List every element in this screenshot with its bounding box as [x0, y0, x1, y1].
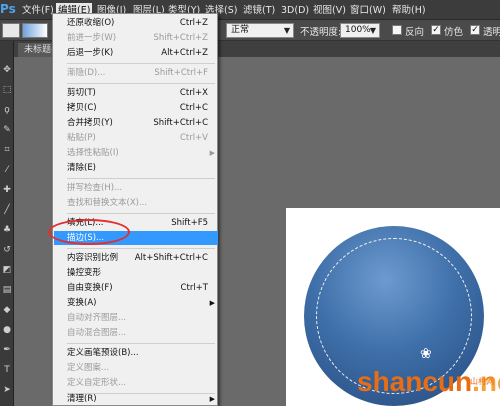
menu-separator [67, 343, 215, 344]
menu-3d[interactable]: 3D(D) [279, 3, 311, 18]
menu-item-step-forward[interactable]: 前进一步(W) Shift+Ctrl+Z [54, 31, 218, 45]
menu-item-define-brush[interactable]: 定义画笔预设(B)... [54, 346, 218, 360]
menu-item-undo[interactable]: 还原收缩(O) Ctrl+Z [54, 16, 218, 30]
opacity-label: 不透明度: [300, 27, 342, 38]
transparency-label: 透明 [483, 27, 500, 38]
menu-item-fade[interactable]: 渐隐(D)... Shift+Ctrl+F [54, 66, 218, 80]
marquee-tool-icon[interactable]: ⬚ [1, 83, 13, 97]
reverse-checkbox[interactable] [392, 25, 402, 35]
pen-tool-icon[interactable]: ✒ [1, 343, 13, 357]
watermark-small-text: 山村网 [470, 377, 494, 386]
brush-tool-icon[interactable]: ╱ [1, 203, 13, 217]
tool-preset-button[interactable] [2, 23, 20, 38]
tools-panel: ✥ ⬚ ϙ ✎ ⌗ ⁄ ✚ ╱ ♣ ↺ ◩ ▤ ◆ ● ✒ T ➤ [0, 41, 14, 406]
history-brush-icon[interactable]: ↺ [1, 243, 13, 257]
menu-window[interactable]: 窗口(W) [348, 3, 388, 18]
chevron-down-icon: ▼ [369, 26, 376, 35]
eraser-tool-icon[interactable]: ◩ [1, 263, 13, 277]
type-tool-icon[interactable]: T [1, 363, 13, 377]
menu-item-clear[interactable]: 清除(E) [54, 161, 218, 175]
menu-filter[interactable]: 滤镜(T) [241, 3, 277, 18]
menu-separator [67, 213, 215, 214]
menu-separator [67, 83, 215, 84]
menu-file[interactable]: 文件(F) [20, 3, 56, 18]
menu-item-copy[interactable]: 拷贝(C) Ctrl+C [54, 101, 218, 115]
crop-tool-icon[interactable]: ⌗ [1, 143, 13, 157]
paw-icon: ❀ [420, 346, 432, 362]
reverse-label: 反向 [405, 27, 425, 38]
eyedropper-tool-icon[interactable]: ⁄ [1, 163, 13, 177]
menu-item-step-backward[interactable]: 后退一步(K) Alt+Ctrl+Z [54, 46, 218, 60]
menu-separator [67, 178, 215, 179]
menu-item-copy-merged[interactable]: 合并拷贝(Y) Shift+Ctrl+C [54, 116, 218, 130]
healing-tool-icon[interactable]: ✚ [1, 183, 13, 197]
dither-label: 仿色 [444, 27, 464, 38]
photoshop-logo: Ps [0, 2, 16, 16]
menu-item-paste[interactable]: 粘贴(P) Ctrl+V [54, 131, 218, 145]
menu-view[interactable]: 视图(V) [311, 3, 348, 18]
submenu-arrow-icon: ▶ [209, 395, 215, 403]
menu-item-free-transform[interactable]: 自由变换(F) Ctrl+T [54, 281, 218, 295]
dodge-tool-icon[interactable]: ● [1, 323, 13, 337]
quick-select-tool-icon[interactable]: ✎ [1, 123, 13, 137]
menu-item-content-aware-scale[interactable]: 内容识别比例 Alt+Shift+Ctrl+C [54, 251, 218, 265]
menu-item-auto-align-layers[interactable]: 自动对齐图层... [54, 311, 218, 325]
menu-item-paste-special[interactable]: 选择性粘贴(I) ▶ [54, 146, 218, 160]
lasso-tool-icon[interactable]: ϙ [1, 103, 13, 117]
menu-item-puppet-warp[interactable]: 操控变形 [54, 266, 218, 280]
menu-item-spell-check[interactable]: 拼写检查(H)... [54, 181, 218, 195]
annotation-circle [48, 219, 130, 245]
move-tool-icon[interactable]: ✥ [1, 63, 13, 77]
submenu-arrow-icon: ▶ [209, 299, 215, 307]
menu-item-cut[interactable]: 剪切(T) Ctrl+X [54, 86, 218, 100]
submenu-arrow-icon: ▶ [209, 149, 215, 157]
path-select-tool-icon[interactable]: ➤ [1, 383, 13, 397]
menu-separator [67, 248, 215, 249]
transparency-checkbox[interactable]: ✓ [470, 25, 480, 35]
chevron-down-icon: ▼ [283, 26, 290, 35]
blur-tool-icon[interactable]: ◆ [1, 303, 13, 317]
dither-checkbox[interactable]: ✓ [431, 25, 441, 35]
gradient-preview[interactable] [22, 23, 48, 38]
menu-item-transform[interactable]: 变换(A) ▶ [54, 296, 218, 310]
menu-item-purge[interactable]: 清理(R) ▶ [54, 392, 218, 406]
menu-item-define-shape[interactable]: 定义自定形状... [54, 376, 218, 390]
menu-separator [67, 63, 215, 64]
watermark-brand: shancun [357, 366, 473, 397]
edit-menu-dropdown: 还原收缩(O) Ctrl+Z 前进一步(W) Shift+Ctrl+Z 后退一步(K… [52, 13, 218, 406]
gradient-tool-icon[interactable]: ▤ [1, 283, 13, 297]
menu-item-auto-blend-layers[interactable]: 自动混合图层... [54, 326, 218, 340]
blend-mode-select[interactable]: 正常 ▼ [226, 23, 294, 38]
menu-help[interactable]: 帮助(H) [390, 3, 428, 18]
menu-item-find-replace[interactable]: 查找和替换文本(X)... [54, 196, 218, 210]
opacity-input[interactable]: 100% ▼ [340, 23, 380, 38]
stamp-tool-icon[interactable]: ♣ [1, 223, 13, 237]
menu-item-define-pattern[interactable]: 定义图案... [54, 361, 218, 375]
